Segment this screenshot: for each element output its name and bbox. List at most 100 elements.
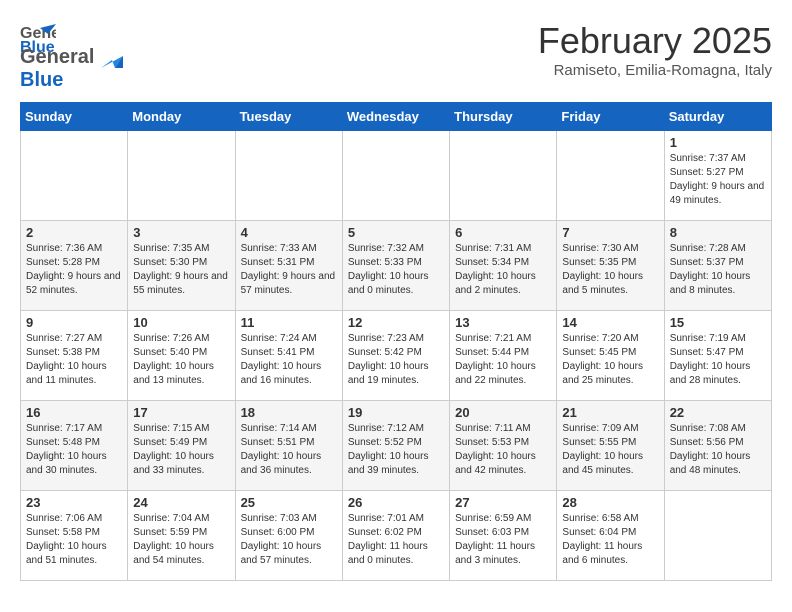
weekday-header-sunday: Sunday [21, 103, 128, 131]
day-info: Sunrise: 7:19 AM Sunset: 5:47 PM Dayligh… [670, 332, 766, 388]
calendar-cell: 12Sunrise: 7:23 AM Sunset: 5:42 PM Dayli… [342, 311, 449, 401]
day-info: Sunrise: 7:11 AM Sunset: 5:53 PM Dayligh… [455, 422, 551, 478]
day-info: Sunrise: 7:30 AM Sunset: 5:35 PM Dayligh… [562, 242, 658, 298]
day-number: 8 [670, 225, 766, 240]
calendar-cell: 13 Sunrise: 7:21 AM Sunset: 5:44 PM Dayli… [450, 311, 557, 401]
day-info: Sunrise: 7:03 AM Sunset: 6:00 PM Dayligh… [241, 512, 337, 568]
day-info: Sunrise: 7:08 AM Sunset: 5:56 PM Dayligh… [670, 422, 766, 478]
calendar-cell: 2 Sunrise: 7:36 AM Sunset: 5:28 PM Daylig… [21, 221, 128, 311]
calendar-cell: 10 Sunrise: 7:26 AM Sunset: 5:40 PM Dayli… [128, 311, 235, 401]
calendar-cell [664, 491, 771, 581]
day-number: 13 [455, 315, 551, 330]
calendar-cell: 28 Sunrise: 6:58 AM Sunset: 6:04 PM Dayli… [557, 491, 664, 581]
day-info: Sunrise: 7:33 AM Sunset: 5:31 PM Dayligh… [241, 242, 337, 298]
day-info: Sunrise: 7:31 AM Sunset: 5:34 PM Dayligh… [455, 242, 551, 298]
calendar-cell: 14 Sunrise: 7:20 AM Sunset: 5:45 PM Dayli… [557, 311, 664, 401]
calendar-cell [557, 131, 664, 221]
calendar-cell: 11Sunrise: 7:24 AM Sunset: 5:41 PM Dayli… [235, 311, 342, 401]
day-number: 28 [562, 495, 658, 510]
day-number: 16 [26, 405, 122, 420]
calendar-row-5: 23 Sunrise: 7:06 AM Sunset: 5:58 PM Dayli… [21, 491, 772, 581]
day-number: 17 [133, 405, 229, 420]
calendar-cell: 4 Sunrise: 7:33 AM Sunset: 5:31 PM Daylig… [235, 221, 342, 311]
calendar-cell: 19Sunrise: 7:12 AM Sunset: 5:52 PM Dayli… [342, 401, 449, 491]
day-info: Sunrise: 7:35 AM Sunset: 5:30 PM Dayligh… [133, 242, 229, 298]
day-number: 10 [133, 315, 229, 330]
calendar-cell: 16 Sunrise: 7:17 AM Sunset: 5:48 PM Dayli… [21, 401, 128, 491]
logo-general: General [20, 46, 94, 68]
calendar-cell: 27 Sunrise: 6:59 AM Sunset: 6:03 PM Dayli… [450, 491, 557, 581]
day-info: Sunrise: 7:06 AM Sunset: 5:58 PM Dayligh… [26, 512, 122, 568]
calendar-cell: 24Sunrise: 7:04 AM Sunset: 5:59 PM Dayli… [128, 491, 235, 581]
day-info: Sunrise: 7:14 AM Sunset: 5:51 PM Dayligh… [241, 422, 337, 478]
day-info: Sunrise: 7:23 AM Sunset: 5:42 PM Dayligh… [348, 332, 444, 388]
day-info: Sunrise: 7:15 AM Sunset: 5:49 PM Dayligh… [133, 422, 229, 478]
calendar-row-3: 9 Sunrise: 7:27 AM Sunset: 5:38 PM Daylig… [21, 311, 772, 401]
day-info: Sunrise: 6:58 AM Sunset: 6:04 PM Dayligh… [562, 512, 658, 568]
calendar-cell: 9 Sunrise: 7:27 AM Sunset: 5:38 PM Daylig… [21, 311, 128, 401]
day-number: 15 [670, 315, 766, 330]
day-info: Sunrise: 7:20 AM Sunset: 5:45 PM Dayligh… [562, 332, 658, 388]
calendar-cell: 8 Sunrise: 7:28 AM Sunset: 5:37 PM Daylig… [664, 221, 771, 311]
logo: General Blue General Blue [20, 20, 123, 92]
day-info: Sunrise: 7:21 AM Sunset: 5:44 PM Dayligh… [455, 332, 551, 388]
logo-bird-icon [101, 50, 123, 68]
day-number: 18 [241, 405, 337, 420]
calendar-cell [21, 131, 128, 221]
day-number: 24 [133, 495, 229, 510]
calendar-cell: 3 Sunrise: 7:35 AM Sunset: 5:30 PM Daylig… [128, 221, 235, 311]
day-info: Sunrise: 7:09 AM Sunset: 5:55 PM Dayligh… [562, 422, 658, 478]
day-number: 27 [455, 495, 551, 510]
day-info: Sunrise: 7:26 AM Sunset: 5:40 PM Dayligh… [133, 332, 229, 388]
day-info: Sunrise: 7:37 AM Sunset: 5:27 PM Dayligh… [670, 152, 766, 208]
weekday-header-tuesday: Tuesday [235, 103, 342, 131]
calendar-cell: 6Sunrise: 7:31 AM Sunset: 5:34 PM Daylig… [450, 221, 557, 311]
calendar-row-1: 1 Sunrise: 7:37 AM Sunset: 5:27 PM Daylig… [21, 131, 772, 221]
calendar-cell: 26 Sunrise: 7:01 AM Sunset: 6:02 PM Dayli… [342, 491, 449, 581]
day-number: 7 [562, 225, 658, 240]
day-info: Sunrise: 7:17 AM Sunset: 5:48 PM Dayligh… [26, 422, 122, 478]
day-number: 22 [670, 405, 766, 420]
calendar-cell [128, 131, 235, 221]
day-number: 3 [133, 225, 229, 240]
day-number: 26 [348, 495, 444, 510]
month-title: February 2025 [538, 20, 772, 62]
calendar-cell: 23 Sunrise: 7:06 AM Sunset: 5:58 PM Dayli… [21, 491, 128, 581]
day-number: 19 [348, 405, 444, 420]
day-info: Sunrise: 7:24 AM Sunset: 5:41 PM Dayligh… [241, 332, 337, 388]
day-info: Sunrise: 6:59 AM Sunset: 6:03 PM Dayligh… [455, 512, 551, 568]
day-number: 14 [562, 315, 658, 330]
day-info: Sunrise: 7:01 AM Sunset: 6:02 PM Dayligh… [348, 512, 444, 568]
location: Ramiseto, Emilia-Romagna, Italy [538, 62, 772, 79]
calendar-cell [342, 131, 449, 221]
day-number: 4 [241, 225, 337, 240]
day-number: 21 [562, 405, 658, 420]
weekday-header-saturday: Saturday [664, 103, 771, 131]
weekday-header-wednesday: Wednesday [342, 103, 449, 131]
calendar-row-2: 2 Sunrise: 7:36 AM Sunset: 5:28 PM Daylig… [21, 221, 772, 311]
calendar-cell: 7 Sunrise: 7:30 AM Sunset: 5:35 PM Daylig… [557, 221, 664, 311]
day-info: Sunrise: 7:32 AM Sunset: 5:33 PM Dayligh… [348, 242, 444, 298]
calendar-row-4: 16 Sunrise: 7:17 AM Sunset: 5:48 PM Dayli… [21, 401, 772, 491]
day-info: Sunrise: 7:27 AM Sunset: 5:38 PM Dayligh… [26, 332, 122, 388]
weekday-header-row: SundayMondayTuesdayWednesdayThursdayFrid… [21, 103, 772, 131]
day-info: Sunrise: 7:36 AM Sunset: 5:28 PM Dayligh… [26, 242, 122, 298]
weekday-header-friday: Friday [557, 103, 664, 131]
weekday-header-monday: Monday [128, 103, 235, 131]
day-number: 1 [670, 135, 766, 150]
calendar-cell: 25Sunrise: 7:03 AM Sunset: 6:00 PM Dayli… [235, 491, 342, 581]
header: General Blue General Blue February 2025 … [20, 20, 772, 92]
day-number: 9 [26, 315, 122, 330]
day-number: 23 [26, 495, 122, 510]
calendar-cell [235, 131, 342, 221]
calendar-cell: 17 Sunrise: 7:15 AM Sunset: 5:49 PM Dayli… [128, 401, 235, 491]
weekday-header-thursday: Thursday [450, 103, 557, 131]
calendar-cell: 22 Sunrise: 7:08 AM Sunset: 5:56 PM Dayli… [664, 401, 771, 491]
calendar-cell: 15 Sunrise: 7:19 AM Sunset: 5:47 PM Dayli… [664, 311, 771, 401]
calendar-cell: 21 Sunrise: 7:09 AM Sunset: 5:55 PM Dayli… [557, 401, 664, 491]
calendar-table: SundayMondayTuesdayWednesdayThursdayFrid… [20, 102, 772, 581]
day-number: 2 [26, 225, 122, 240]
calendar-cell: 1 Sunrise: 7:37 AM Sunset: 5:27 PM Daylig… [664, 131, 771, 221]
day-number: 20 [455, 405, 551, 420]
day-info: Sunrise: 7:28 AM Sunset: 5:37 PM Dayligh… [670, 242, 766, 298]
